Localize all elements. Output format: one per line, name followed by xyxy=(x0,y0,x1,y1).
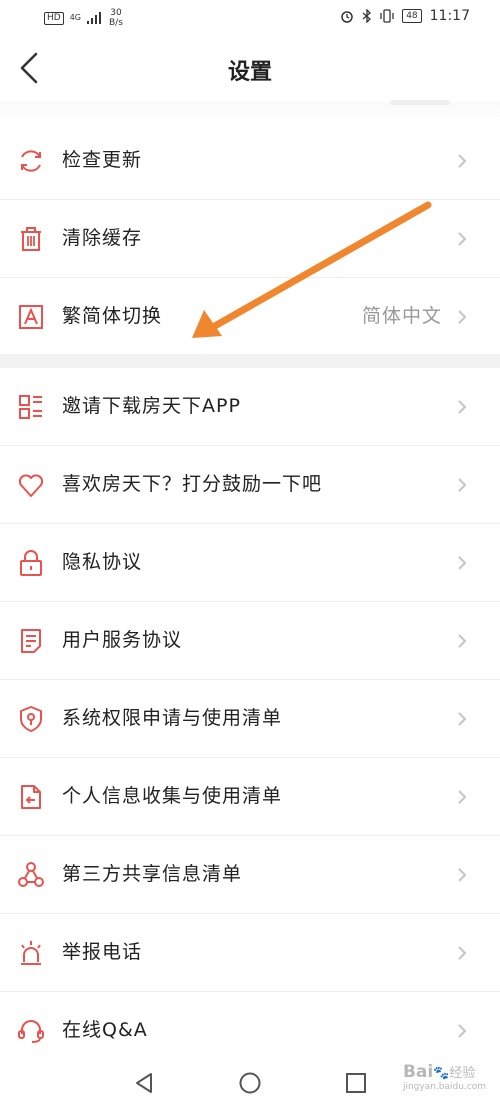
paw-icon: 🐾 xyxy=(433,1066,450,1081)
permissions-list-item[interactable]: 系统权限申请与使用清单 xyxy=(0,680,500,758)
settings-group-1: 检查更新 清除缓存 繁简体切换 简体中文 xyxy=(0,122,500,355)
letter-a-icon xyxy=(19,305,43,329)
chevron-right-icon xyxy=(458,400,467,414)
clear-cache-label: 清除缓存 xyxy=(62,227,143,249)
home-circle-icon[interactable] xyxy=(238,1071,262,1095)
trash-icon xyxy=(21,227,41,251)
rate-app-label: 喜欢房天下？打分鼓励一下吧 xyxy=(62,473,323,495)
report-hotline-label: 举报电话 xyxy=(62,941,143,963)
refresh-icon xyxy=(21,150,41,172)
chevron-right-icon xyxy=(458,634,467,648)
permissions-list-label: 系统权限申请与使用清单 xyxy=(62,707,283,729)
chevron-right-icon xyxy=(458,790,467,804)
user-agreement-item[interactable]: 用户服务协议 xyxy=(0,602,500,680)
clock: 11:17 xyxy=(429,8,470,24)
invite-download-item[interactable]: 邀请下载房天下APP xyxy=(0,368,500,446)
page-title: 设置 xyxy=(227,60,272,85)
privacy-policy-label: 隐私协议 xyxy=(62,551,143,573)
hd-indicator: HD xyxy=(44,11,64,25)
network-type: 4G xyxy=(69,13,81,22)
settings-group-2: 邀请下载房天下APP 喜欢房天下？打分鼓励一下吧 隐私协议 用户服务协议 系统权… xyxy=(0,368,500,1069)
clear-cache-item[interactable]: 清除缓存 xyxy=(0,200,500,278)
chevron-right-icon xyxy=(458,556,467,570)
lock-icon xyxy=(20,550,42,576)
third-party-sharing-label: 第三方共享信息清单 xyxy=(62,863,243,885)
shield-icon xyxy=(20,706,42,732)
chevron-right-icon xyxy=(458,154,467,168)
chevron-right-icon xyxy=(458,232,467,246)
section-divider xyxy=(0,354,500,368)
scroll-shadow xyxy=(0,102,500,124)
chevron-right-icon xyxy=(458,868,467,882)
battery-icon: 48 xyxy=(402,9,422,23)
alarm-light-icon xyxy=(21,941,41,965)
chevron-right-icon xyxy=(458,1024,467,1038)
invite-download-label: 邀请下载房天下APP xyxy=(62,395,241,417)
back-triangle-icon[interactable] xyxy=(132,1071,156,1095)
check-update-label: 检查更新 xyxy=(62,149,143,171)
privacy-policy-item[interactable]: 隐私协议 xyxy=(0,524,500,602)
signal-icon xyxy=(87,12,101,24)
qr-code-icon xyxy=(19,395,42,419)
watermark: Bai🐾经验 jingyan.baidu.com xyxy=(402,1062,486,1092)
language-switch-item[interactable]: 繁简体切换 简体中文 xyxy=(0,278,500,355)
chevron-right-icon xyxy=(458,946,467,960)
share-network-icon xyxy=(18,862,44,887)
language-switch-label: 繁简体切换 xyxy=(62,305,163,327)
network-speed: 30 B/s xyxy=(109,8,123,28)
rate-app-item[interactable]: 喜欢房天下？打分鼓励一下吧 xyxy=(0,446,500,524)
recents-square-icon[interactable] xyxy=(344,1071,368,1095)
file-export-icon xyxy=(21,785,41,809)
online-qa-label: 在线Q&A xyxy=(62,1019,148,1041)
headset-icon xyxy=(18,1020,44,1043)
chevron-right-icon xyxy=(458,712,467,726)
status-bar: HD 4G 30 B/s 48 11:17 xyxy=(0,0,500,34)
scroll-indicator xyxy=(390,100,450,105)
third-party-sharing-item[interactable]: 第三方共享信息清单 xyxy=(0,836,500,914)
alarm-clock-icon xyxy=(341,11,353,23)
check-update-item[interactable]: 检查更新 xyxy=(0,122,500,200)
document-icon xyxy=(21,629,41,653)
bluetooth-icon xyxy=(362,9,372,23)
chevron-right-icon xyxy=(458,478,467,492)
chevron-right-icon xyxy=(458,310,467,324)
nav-header: 设置 xyxy=(0,34,500,102)
heart-icon xyxy=(18,474,44,497)
language-value: 简体中文 xyxy=(361,305,442,327)
user-agreement-label: 用户服务协议 xyxy=(62,629,183,651)
report-hotline-item[interactable]: 举报电话 xyxy=(0,914,500,992)
personal-info-list-item[interactable]: 个人信息收集与使用清单 xyxy=(0,758,500,836)
personal-info-list-label: 个人信息收集与使用清单 xyxy=(62,785,283,807)
vibrate-icon xyxy=(380,9,394,23)
